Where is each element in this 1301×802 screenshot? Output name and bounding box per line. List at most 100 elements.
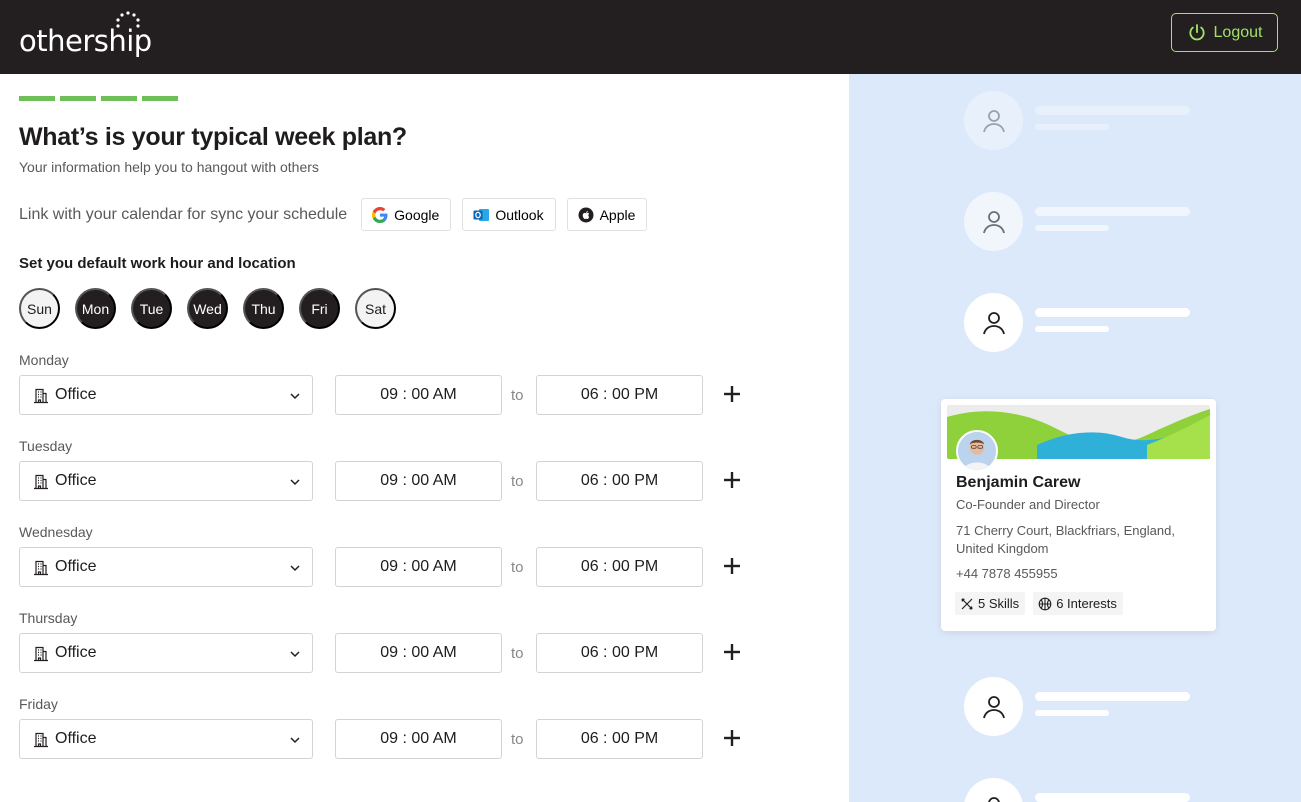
user-icon — [987, 796, 1000, 802]
calendar-sync-label: Link with your calendar for sync your sc… — [19, 205, 348, 223]
to-label: to — [511, 731, 524, 748]
placeholder-avatar — [964, 778, 1023, 802]
to-label: to — [511, 559, 524, 576]
day-toggle-sun[interactable]: Sun — [19, 288, 60, 329]
user-icon — [982, 210, 1005, 233]
google-label: Google — [394, 206, 440, 223]
profile-name: Benjamin Carew — [956, 474, 1081, 491]
building-icon — [34, 560, 48, 576]
day-toggle-wed[interactable]: Wed — [187, 288, 228, 329]
end-time-input[interactable]: 06 : 00 PM — [536, 461, 703, 501]
day-label: Friday — [19, 696, 58, 712]
end-time-input[interactable]: 06 : 00 PM — [536, 633, 703, 673]
placeholder-line — [1035, 124, 1109, 130]
start-time-input[interactable]: 09 : 00 AM — [335, 461, 502, 501]
logout-label: Logout — [1213, 23, 1263, 41]
placeholder-profile — [964, 677, 1224, 737]
placeholder-line — [1035, 225, 1109, 231]
to-label: to — [511, 473, 524, 490]
logout-button[interactable]: Logout — [1171, 13, 1278, 52]
chevron-down-icon — [290, 393, 300, 400]
building-icon — [34, 388, 48, 404]
progress-step — [19, 96, 55, 101]
placeholder-profile — [964, 91, 1224, 151]
google-icon — [372, 206, 388, 223]
calendar-sync-row: Link with your calendar for sync your sc… — [19, 198, 658, 231]
placeholder-line — [1035, 207, 1190, 216]
weekday-picker: Sun Mon Tue Wed Thu Fri Sat — [19, 288, 396, 329]
skills-count: 5 Skills — [978, 596, 1020, 611]
start-time-input[interactable]: 09 : 00 AM — [335, 719, 502, 759]
progress-step — [60, 96, 96, 101]
placeholder-line — [1035, 308, 1190, 317]
add-plus-icon[interactable] — [722, 728, 742, 748]
outlook-calendar-button[interactable]: Outlook — [462, 198, 556, 231]
location-select[interactable]: Office — [19, 461, 313, 501]
profile-card[interactable]: Benjamin Carew Co-Founder and Director 7… — [941, 399, 1216, 631]
location-select[interactable]: Office — [19, 719, 313, 759]
placeholder-line — [1035, 326, 1109, 332]
placeholder-line — [1035, 106, 1190, 115]
placeholder-line — [1035, 793, 1190, 802]
location-value: Office — [55, 644, 97, 661]
placeholder-profile — [964, 192, 1224, 252]
start-time-input[interactable]: 09 : 00 AM — [335, 633, 502, 673]
profile-address: 71 Cherry Court, Blackfriars, England, U… — [956, 523, 1175, 556]
add-plus-icon[interactable] — [722, 556, 742, 576]
end-time-input[interactable]: 06 : 00 PM — [536, 719, 703, 759]
page-subtitle: Your information help you to hangout wit… — [19, 159, 319, 175]
apple-icon — [578, 207, 594, 222]
location-select[interactable]: Office — [19, 375, 313, 415]
placeholder-avatar — [964, 192, 1023, 251]
page-title: What’s is your typical week plan? — [19, 123, 407, 151]
profile-role: Co-Founder and Director — [956, 497, 1100, 512]
location-value: Office — [55, 730, 97, 747]
skills-badge: 5 Skills — [955, 592, 1026, 615]
user-icon — [982, 311, 1005, 334]
user-icon — [982, 109, 1005, 132]
day-toggle-sat[interactable]: Sat — [355, 288, 396, 329]
add-plus-icon[interactable] — [722, 642, 742, 662]
placeholder-line — [1035, 710, 1109, 716]
top-header: othership Logout — [0, 0, 1301, 74]
othership-logo[interactable]: othership — [19, 11, 154, 58]
placeholder-avatar — [964, 677, 1023, 736]
chevron-down-icon — [290, 651, 300, 658]
person-photo-icon — [958, 432, 996, 470]
day-toggle-thu[interactable]: Thu — [243, 288, 284, 329]
start-time-input[interactable]: 09 : 00 AM — [335, 375, 502, 415]
profile-phone: +44 7878 455955 — [956, 566, 1058, 581]
chevron-down-icon — [290, 565, 300, 572]
basketball-icon — [1038, 597, 1052, 610]
start-time-input[interactable]: 09 : 00 AM — [335, 547, 502, 587]
day-label: Wednesday — [19, 524, 93, 540]
location-value: Office — [55, 386, 97, 403]
profile-badges: 5 Skills 6 Interests — [955, 592, 1123, 615]
step-progress — [19, 96, 178, 101]
tools-icon — [961, 597, 973, 610]
placeholder-line — [1035, 692, 1190, 701]
progress-step — [101, 96, 137, 101]
apple-calendar-button[interactable]: Apple — [566, 198, 648, 231]
day-toggle-fri[interactable]: Fri — [299, 288, 340, 329]
work-hours-title: Set you default work hour and location — [19, 255, 296, 272]
end-time-input[interactable]: 06 : 00 PM — [536, 547, 703, 587]
placeholder-avatar — [964, 91, 1023, 150]
profile-avatar — [956, 430, 998, 472]
add-plus-icon[interactable] — [722, 384, 742, 404]
google-calendar-button[interactable]: Google — [361, 198, 452, 231]
day-toggle-tue[interactable]: Tue — [131, 288, 172, 329]
progress-step — [142, 96, 178, 101]
building-icon — [34, 474, 48, 490]
to-label: to — [511, 645, 524, 662]
day-toggle-mon[interactable]: Mon — [75, 288, 116, 329]
building-icon — [34, 732, 48, 748]
placeholder-profile — [964, 778, 1224, 802]
location-select[interactable]: Office — [19, 547, 313, 587]
end-time-input[interactable]: 06 : 00 PM — [536, 375, 703, 415]
day-label: Tuesday — [19, 438, 73, 454]
outlook-icon — [473, 208, 490, 221]
interests-count: 6 Interests — [1056, 596, 1117, 611]
location-select[interactable]: Office — [19, 633, 313, 673]
add-plus-icon[interactable] — [722, 470, 742, 490]
